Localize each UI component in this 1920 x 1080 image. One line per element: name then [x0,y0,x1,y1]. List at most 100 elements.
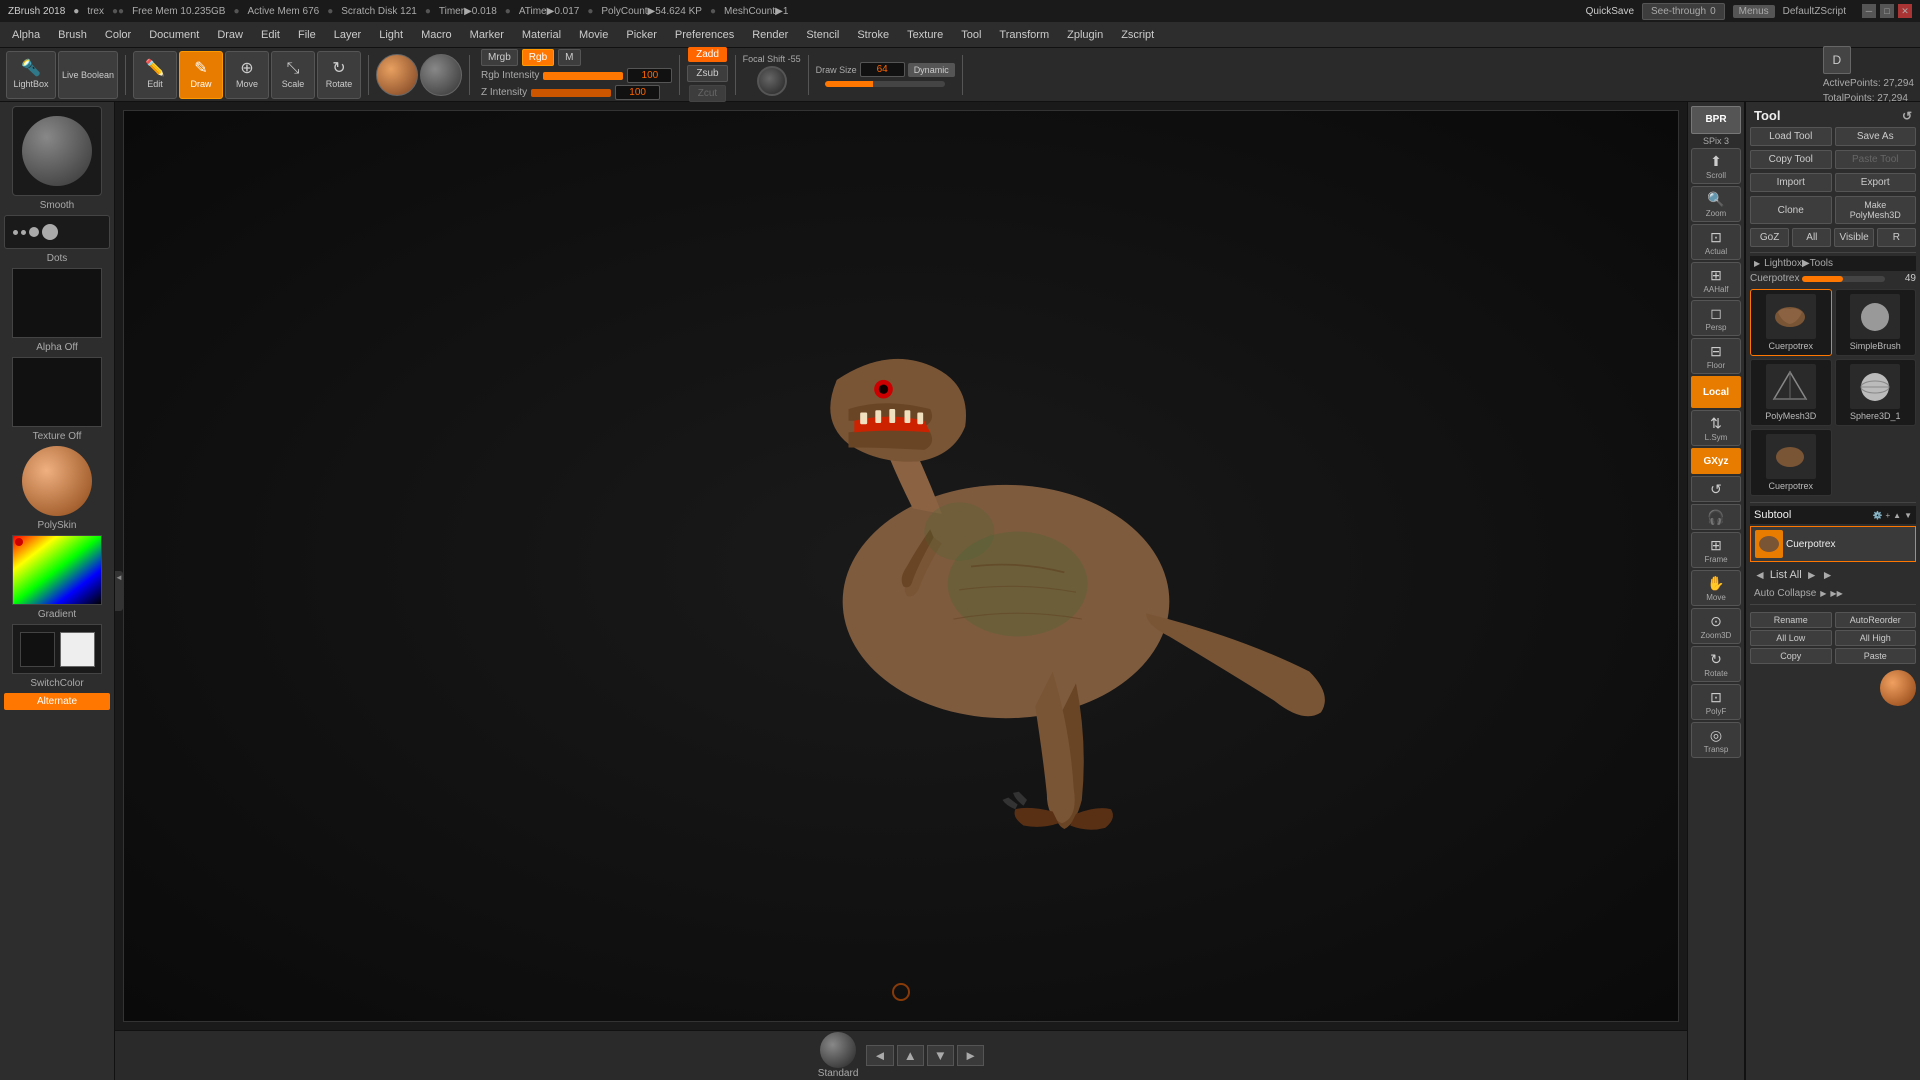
zsub-btn[interactable]: Zsub [687,65,727,82]
zoom-btn[interactable]: 🔍 Zoom [1691,186,1741,222]
scroll-left-btn[interactable]: ◄ [866,1045,893,1066]
menu-edit[interactable]: Edit [253,27,288,43]
texture-preview[interactable] [12,357,102,427]
aahalf-btn[interactable]: ⊞ AAHalf [1691,262,1741,298]
alternate-btn[interactable]: Alternate [4,693,110,710]
menu-texture[interactable]: Texture [899,27,951,43]
rotate-vp-btn[interactable]: ↻ Rotate [1691,646,1741,682]
menu-picker[interactable]: Picker [618,27,665,43]
live-boolean-btn[interactable]: Live Boolean [58,51,118,99]
menu-render[interactable]: Render [744,27,796,43]
menu-layer[interactable]: Layer [326,27,370,43]
auto-collapse-btn2[interactable]: ▶▶ [1830,589,1842,598]
d-button[interactable]: D [1823,46,1851,74]
zoom3d-btn[interactable]: ⊙ Zoom3D [1691,608,1741,644]
lightbox-tools-btn[interactable]: ▶ Lightbox▶Tools [1750,256,1916,271]
floor-btn[interactable]: ⊟ Floor [1691,338,1741,374]
scroll-up-btn[interactable]: ▲ [897,1045,924,1066]
z-intensity-slider[interactable] [531,89,611,97]
clone-btn[interactable]: Clone [1750,196,1832,224]
scale-btn[interactable]: ⤡ Scale [271,51,315,99]
persp-btn[interactable]: ◻ Persp [1691,300,1741,336]
edit-btn[interactable]: ✏️ Edit [133,51,177,99]
menu-draw[interactable]: Draw [209,27,251,43]
refresh-btn[interactable]: ↺ [1902,109,1912,123]
menu-preferences[interactable]: Preferences [667,27,742,43]
z-intensity-value[interactable]: 100 [615,85,660,100]
all-low-btn[interactable]: All Low [1750,630,1832,646]
scroll-right-btn[interactable]: ► [957,1045,984,1066]
menu-transform[interactable]: Transform [991,27,1057,43]
tool-item-simplebush[interactable]: SimpleBrush [1835,289,1917,356]
actual-btn[interactable]: ⊡ Actual [1691,224,1741,260]
spin1-btn[interactable]: ↺ [1691,476,1741,502]
alpha-preview[interactable] [12,268,102,338]
menu-stencil[interactable]: Stencil [798,27,847,43]
rgb-intensity-slider[interactable] [543,72,623,80]
default-zscript-btn[interactable]: DefaultZScript [1783,6,1846,17]
draw-btn[interactable]: ✎ Draw [179,51,223,99]
scroll-down-btn[interactable]: ▼ [927,1045,954,1066]
left-collapse-handle[interactable]: ◄ [115,571,123,611]
color-swatches[interactable] [12,624,102,674]
menu-brush[interactable]: Brush [50,27,95,43]
load-tool-btn[interactable]: Load Tool [1750,127,1832,146]
copy-tool-btn[interactable]: Copy Tool [1750,150,1832,169]
subtool-add-icon[interactable]: + [1885,511,1890,520]
r-label-btn[interactable]: R [1877,228,1916,247]
subtool-header[interactable]: Subtool ⚙️ + ▲ ▼ [1750,506,1916,524]
minimize-btn[interactable]: ─ [1862,4,1876,18]
quicksave-btn[interactable]: QuickSave [1586,6,1634,17]
menu-alpha[interactable]: Alpha [4,27,48,43]
auto-collapse-btn1[interactable]: ▶ [1820,589,1826,598]
visible-btn[interactable]: Visible [1834,228,1873,247]
menu-zscript[interactable]: Zscript [1113,27,1162,43]
lsym-btn[interactable]: ⇅ L.Sym [1691,410,1741,446]
local-btn[interactable]: Local [1691,376,1741,408]
tool-item-sphere3d-1[interactable]: Sphere3D_1 [1835,359,1917,426]
m-btn[interactable]: M [558,49,580,66]
drawsize-value[interactable]: 64 [860,62,905,77]
brush-preview[interactable] [12,106,102,196]
color-gradient[interactable] [12,535,102,605]
transp-btn[interactable]: ◎ Transp [1691,722,1741,758]
rgb-intensity-value[interactable]: 100 [627,68,672,83]
menu-stroke[interactable]: Stroke [849,27,897,43]
paste-bottom-btn[interactable]: Paste [1835,648,1917,664]
gxyz-btn[interactable]: GXyz [1691,448,1741,474]
import-btn[interactable]: Import [1750,173,1832,192]
spin2-btn[interactable]: 🎧 [1691,504,1741,530]
tool-item-cuerpotrex2[interactable]: Cuerpotrex [1750,429,1832,496]
export-btn[interactable]: Export [1835,173,1917,192]
menus-btn[interactable]: Menus [1733,5,1775,18]
material-ball[interactable] [420,54,462,96]
tree-left-arrow[interactable]: ◄ [1754,568,1766,582]
standard-ball[interactable] [820,1032,856,1068]
subtool-controls-icons[interactable]: ⚙️ [1873,511,1883,520]
move-btn[interactable]: ⊕ Move [225,51,269,99]
maximize-btn[interactable]: □ [1880,4,1894,18]
zadd-btn[interactable]: Zadd [688,47,727,62]
all-high-btn[interactable]: All High [1835,630,1917,646]
scroll-btn[interactable]: ⬆ Scroll [1691,148,1741,184]
save-as-btn[interactable]: Save As [1835,127,1917,146]
goz-btn[interactable]: GoZ [1750,228,1789,247]
dynamic-btn[interactable]: Dynamic [908,63,955,77]
menu-file[interactable]: File [290,27,324,43]
menu-movie[interactable]: Movie [571,27,616,43]
menu-light[interactable]: Light [371,27,411,43]
viewport[interactable] [123,110,1679,1022]
copy-bottom-btn[interactable]: Copy [1750,648,1832,664]
seethrough-btn[interactable]: See-through 0 [1642,3,1725,20]
mrgb-btn[interactable]: Mrgb [481,49,518,66]
rotate-btn[interactable]: ↻ Rotate [317,51,361,99]
make-polymesh-btn[interactable]: Make PolyMesh3D [1835,196,1917,224]
polyf-btn[interactable]: ⊡ PolyF [1691,684,1741,720]
menu-material[interactable]: Material [514,27,569,43]
menu-marker[interactable]: Marker [462,27,512,43]
subtool-arrow-up[interactable]: ▲ [1893,511,1901,520]
auto-reorder-btn[interactable]: AutoReorder [1835,612,1917,628]
tool-item-cuerpotrex[interactable]: Cuerpotrex [1750,289,1832,356]
menu-zplugin[interactable]: Zplugin [1059,27,1111,43]
subtool-ball[interactable] [1880,670,1916,706]
